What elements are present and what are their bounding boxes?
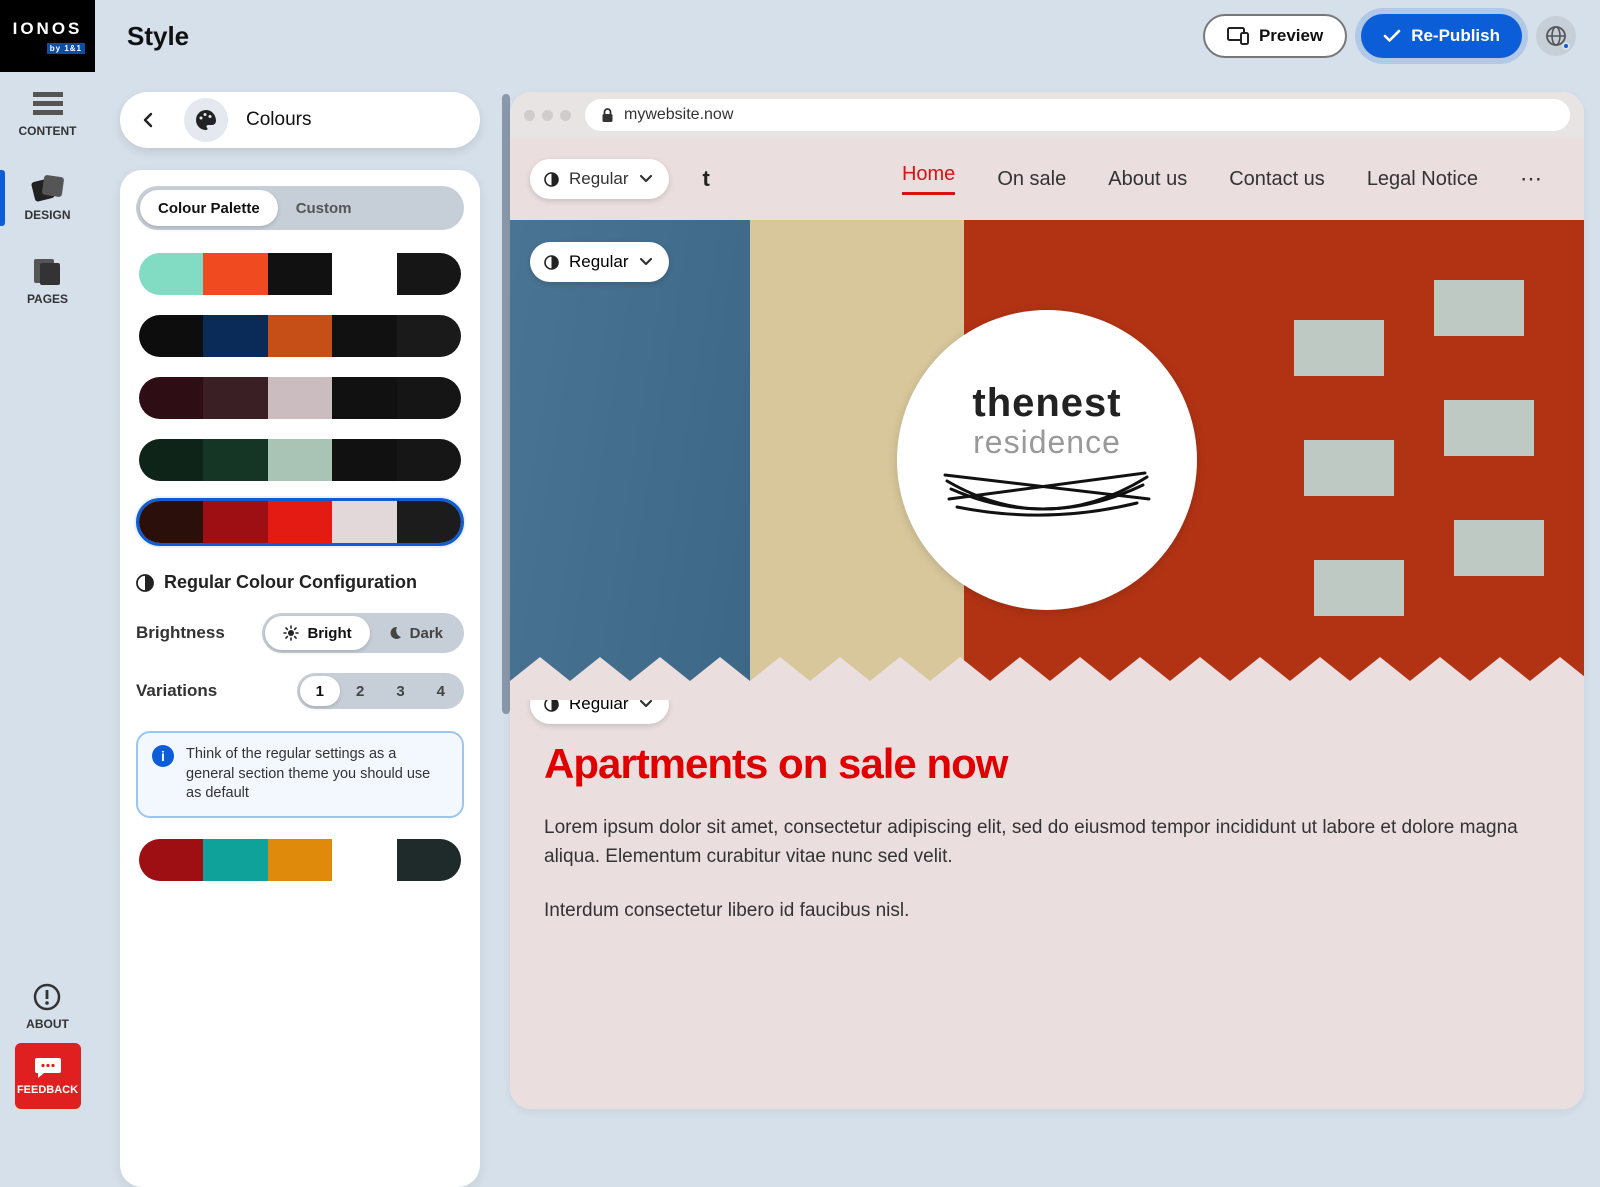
rail-item-design[interactable]: DESIGN: [0, 156, 95, 240]
brightness-segment: Bright Dark: [262, 613, 464, 653]
rail-item-pages[interactable]: PAGES: [0, 240, 95, 324]
zigzag-divider: [510, 657, 1584, 700]
variations-row: Variations 1234: [136, 673, 464, 709]
palette-icon: [194, 108, 218, 132]
globe-button[interactable]: [1536, 16, 1576, 56]
logo-line1: thenest: [972, 381, 1121, 426]
brightness-dark[interactable]: Dark: [370, 616, 461, 650]
window-dots: [524, 110, 571, 121]
crumb-title: Colours: [246, 109, 311, 131]
brand-logo: IONOS by 1&1: [0, 0, 95, 72]
info-text: Think of the regular settings as a gener…: [186, 745, 448, 804]
back-button[interactable]: [130, 102, 166, 138]
nav-contact[interactable]: Contact us: [1229, 168, 1325, 191]
half-circle-icon: [544, 172, 559, 187]
panel-scrollbar[interactable]: [502, 94, 510, 714]
colours-chip: [184, 98, 228, 142]
rail-label: DESIGN: [24, 208, 70, 222]
chevron-left-icon: [141, 112, 155, 128]
content-paragraph-2: Interdum consectetur libero id faucibus …: [544, 897, 1550, 926]
rail-item-about[interactable]: ABOUT: [26, 971, 69, 1043]
rail-label: PAGES: [27, 292, 68, 306]
palette-option[interactable]: [136, 498, 464, 546]
sun-icon: [283, 625, 299, 641]
palette-option[interactable]: [136, 436, 464, 484]
chevron-down-icon: [639, 174, 653, 184]
tab-segment: Colour Palette Custom: [136, 186, 464, 230]
nav-about[interactable]: About us: [1108, 168, 1187, 191]
brightness-row: Brightness Bright Dark: [136, 613, 464, 653]
chevron-down-icon: [639, 699, 653, 709]
feedback-button[interactable]: FEEDBACK: [15, 1043, 81, 1109]
button-label: Re-Publish: [1411, 26, 1500, 46]
palette-list: [136, 250, 464, 546]
republish-button[interactable]: Re-Publish: [1361, 14, 1522, 58]
lock-icon: [601, 108, 614, 123]
style-panel: Colours Colour Palette Custom Regular Co…: [120, 92, 480, 1109]
variation-option-1[interactable]: 1: [300, 676, 340, 706]
palette-option[interactable]: [136, 250, 464, 298]
variations-segment: 1234: [297, 673, 464, 709]
palette-option[interactable]: [136, 836, 464, 884]
palette-option[interactable]: [136, 312, 464, 360]
content-section: Regular Apartments on sale now Lorem ips…: [510, 700, 1584, 926]
preview-button[interactable]: Preview: [1203, 14, 1347, 58]
url-field: mywebsite.now: [585, 99, 1570, 131]
site-body: Regular t Home On sale About us Contact …: [510, 138, 1584, 1109]
logo-cut: t: [703, 166, 710, 192]
palette-option[interactable]: [136, 374, 464, 422]
variation-option-4[interactable]: 4: [421, 676, 461, 706]
alert-icon: [33, 983, 61, 1011]
device-icon: [1227, 27, 1249, 45]
variation-option-3[interactable]: 3: [380, 676, 420, 706]
section-theme-pill-1[interactable]: Regular: [530, 159, 669, 199]
nav-legal[interactable]: Legal Notice: [1367, 168, 1478, 191]
chat-icon: [34, 1056, 62, 1080]
breadcrumb: Colours: [120, 92, 480, 148]
rail-label: CONTENT: [19, 124, 77, 138]
logo-line2: residence: [973, 424, 1121, 461]
half-circle-icon: [544, 255, 559, 270]
content-icon: [31, 90, 65, 118]
site-nav: Regular t Home On sale About us Contact …: [510, 138, 1584, 220]
button-label: Preview: [1259, 26, 1323, 46]
left-rail: IONOS by 1&1 CONTENT DESIGN PAGES ABOUT …: [0, 0, 95, 1109]
rail-label: FEEDBACK: [17, 1084, 78, 1096]
section-theme-pill-2[interactable]: Regular: [530, 242, 669, 282]
hero-image: Regular thenest residence: [510, 220, 1584, 700]
nest-drawing-icon: [937, 469, 1157, 539]
config-heading: Regular Colour Configuration: [136, 572, 464, 593]
content-paragraph-1: Lorem ipsum dolor sit amet, consectetur …: [544, 814, 1550, 871]
content-headline: Apartments on sale now: [544, 740, 1550, 788]
variations-label: Variations: [136, 681, 217, 701]
tab-custom[interactable]: Custom: [278, 190, 370, 226]
info-icon: i: [152, 745, 174, 767]
style-card: Colour Palette Custom Regular Colour Con…: [120, 170, 480, 1187]
design-icon: [31, 174, 65, 202]
brightness-label: Brightness: [136, 623, 225, 643]
site-preview: mywebsite.now Regular t Home On sale Abo…: [510, 92, 1584, 1109]
rail-item-content[interactable]: CONTENT: [0, 72, 95, 156]
variation-option-2[interactable]: 2: [340, 676, 380, 706]
brand-text: IONOS: [13, 19, 83, 39]
pages-icon: [31, 258, 65, 286]
url-bar: mywebsite.now: [510, 92, 1584, 138]
nav-onsale[interactable]: On sale: [997, 168, 1066, 191]
url-text: mywebsite.now: [624, 106, 733, 124]
info-callout: i Think of the regular settings as a gen…: [136, 731, 464, 818]
site-logo-badge: thenest residence: [897, 310, 1197, 610]
page-title: Style: [127, 21, 189, 52]
nav-home[interactable]: Home: [902, 163, 955, 195]
chevron-down-icon: [639, 257, 653, 267]
tab-colour-palette[interactable]: Colour Palette: [140, 190, 278, 226]
brand-sub: by 1&1: [47, 43, 85, 54]
check-icon: [1383, 29, 1401, 43]
moon-icon: [388, 626, 402, 640]
half-circle-icon: [136, 574, 154, 592]
top-bar: Style Preview Re-Publish: [95, 0, 1600, 72]
nav-more[interactable]: ⋯: [1520, 166, 1544, 192]
brightness-bright[interactable]: Bright: [265, 616, 369, 650]
extra-palette-list: [136, 836, 464, 884]
rail-label: ABOUT: [26, 1017, 69, 1031]
